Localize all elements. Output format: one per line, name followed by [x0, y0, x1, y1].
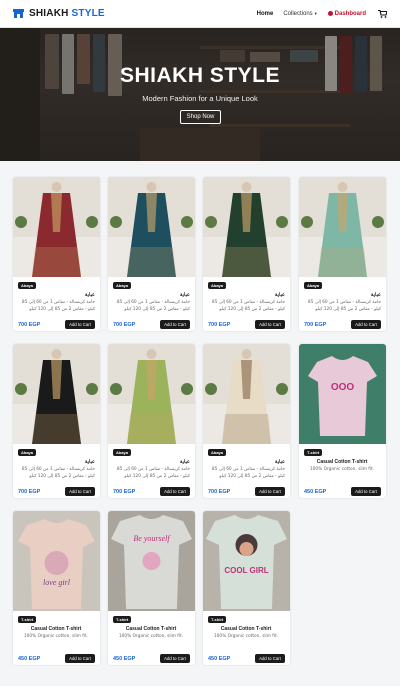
add-to-cart-button[interactable]: Add to Cart [65, 487, 95, 496]
product-name: عباية [274, 459, 285, 465]
product-image: OOO [299, 344, 386, 444]
category-badge: Abaya [208, 449, 227, 456]
product-card[interactable]: COOL GIRL T-shirt Casual Cotton T-shirt … [203, 511, 290, 665]
product-image [108, 177, 195, 277]
category-badge: Abaya [113, 449, 132, 456]
product-price: 450 EGP [304, 489, 327, 495]
product-image [299, 177, 386, 277]
product-card[interactable]: Abaya عباية خامة كريستالة - مقاس 1 من 60… [108, 177, 195, 331]
product-image: Be yourself [108, 511, 195, 611]
add-to-cart-button[interactable]: Add to Cart [160, 320, 190, 329]
product-card[interactable]: Abaya عباية خامة كريستالة - مقاس 1 من 60… [108, 344, 195, 498]
category-badge: Abaya [304, 282, 323, 289]
add-to-cart-button[interactable]: Add to Cart [351, 487, 381, 496]
product-image: COOL GIRL [203, 511, 290, 611]
product-price: 700 EGP [18, 322, 41, 328]
product-description: خامة كريستالة - مقاس 1 من 60 إلى 85 كيلو… [116, 467, 190, 479]
svg-text:love girl: love girl [43, 578, 71, 587]
nav-collections-dropdown[interactable]: Collections▼ [283, 11, 317, 17]
product-description: خامة كريستالة - مقاس 1 من 60 إلى 85 كيلو… [211, 467, 285, 479]
product-name: عباية [84, 292, 95, 298]
nav-dashboard-label: Dashboard [334, 10, 366, 17]
product-name: Casual Cotton T-shirt [30, 626, 82, 632]
brand-word-2: STYLE [71, 8, 105, 19]
product-card[interactable]: love girl T-shirt Casual Cotton T-shirt … [13, 511, 100, 665]
add-to-cart-button[interactable]: Add to Cart [160, 654, 190, 663]
category-badge: T-shirt [113, 616, 132, 623]
svg-text:COOL GIRL: COOL GIRL [224, 566, 268, 575]
store-icon [13, 9, 24, 18]
product-name: عباية [274, 292, 285, 298]
product-price: 700 EGP [208, 322, 231, 328]
user-icon [327, 11, 333, 16]
product-description: 100% Organic cotton, slim fit. [118, 634, 184, 639]
category-badge: Abaya [18, 282, 37, 289]
product-image [203, 177, 290, 277]
product-image: love girl [13, 511, 100, 611]
product-card[interactable]: Abaya عباية خامة كريستالة - مقاس 1 من 60… [13, 344, 100, 498]
category-badge: Abaya [18, 449, 37, 456]
category-badge: T-shirt [18, 616, 37, 623]
add-to-cart-button[interactable]: Add to Cart [351, 320, 381, 329]
product-name: عباية [179, 459, 190, 465]
product-name: عباية [370, 292, 381, 298]
product-card[interactable]: Abaya عباية خامة كريستالة - مقاس 1 من 60… [13, 177, 100, 331]
product-description: 100% Organic cotton, slim fit. [309, 467, 375, 472]
product-price: 700 EGP [113, 489, 136, 495]
navbar: SHIAKH STYLE Home Collections▼ Dashboard [0, 0, 400, 28]
product-card[interactable]: Be yourself T-shirt Casual Cotton T-shir… [108, 511, 195, 665]
product-image [13, 177, 100, 277]
nav-home-link[interactable]: Home [257, 11, 274, 17]
product-description: خامة كريستالة - مقاس 1 من 60 إلى 85 كيلو… [211, 300, 285, 312]
add-to-cart-button[interactable]: Add to Cart [255, 654, 285, 663]
product-card[interactable]: Abaya عباية خامة كريستالة - مقاس 1 من 60… [299, 177, 386, 331]
svg-text:Be yourself: Be yourself [133, 534, 171, 543]
product-price: 450 EGP [208, 656, 231, 662]
add-to-cart-button[interactable]: Add to Cart [255, 487, 285, 496]
brand-logo[interactable]: SHIAKH STYLE [13, 8, 105, 19]
product-price: 700 EGP [208, 489, 231, 495]
chevron-down-icon: ▼ [313, 10, 318, 16]
hero-subtitle: Modern Fashion for a Unique Look [142, 94, 258, 103]
nav-collections-label: Collections [283, 10, 313, 17]
product-description: 100% Organic cotton, slim fit. [213, 634, 279, 639]
product-image [13, 344, 100, 444]
product-card[interactable]: Abaya عباية خامة كريستالة - مقاس 1 من 60… [203, 177, 290, 331]
nav-dashboard-link[interactable]: Dashboard [327, 10, 366, 17]
shop-now-button[interactable]: Shop Now [180, 110, 221, 124]
category-badge: T-shirt [208, 616, 227, 623]
product-price: 450 EGP [18, 656, 41, 662]
add-to-cart-button[interactable]: Add to Cart [65, 654, 95, 663]
hero-banner: SHIAKH STYLE Modern Fashion for a Unique… [0, 28, 400, 161]
product-image [203, 344, 290, 444]
category-badge: T-shirt [304, 449, 323, 456]
product-price: 450 EGP [113, 656, 136, 662]
product-description: خامة كريستالة - مقاس 1 من 60 إلى 85 كيلو… [307, 300, 381, 312]
product-name: Casual Cotton T-shirt [316, 459, 368, 465]
add-to-cart-button[interactable]: Add to Cart [255, 320, 285, 329]
category-badge: Abaya [113, 282, 132, 289]
product-price: 700 EGP [304, 322, 327, 328]
nav-links: Home Collections▼ Dashboard [247, 9, 387, 18]
product-name: عباية [84, 459, 95, 465]
cart-icon[interactable] [378, 9, 387, 18]
product-price: 700 EGP [113, 322, 136, 328]
product-image [108, 344, 195, 444]
product-card[interactable]: Abaya عباية خامة كريستالة - مقاس 1 من 60… [203, 344, 290, 498]
product-description: خامة كريستالة - مقاس 1 من 60 إلى 85 كيلو… [21, 300, 95, 312]
product-description: خامة كريستالة - مقاس 1 من 60 إلى 85 كيلو… [21, 467, 95, 479]
hero-title: SHIAKH STYLE [119, 64, 280, 87]
product-description: خامة كريستالة - مقاس 1 من 60 إلى 85 كيلو… [116, 300, 190, 312]
product-name: Casual Cotton T-shirt [125, 626, 177, 632]
svg-text:OOO: OOO [331, 382, 355, 393]
category-badge: Abaya [208, 282, 227, 289]
add-to-cart-button[interactable]: Add to Cart [65, 320, 95, 329]
product-description: 100% Organic cotton, slim fit. [23, 634, 89, 639]
add-to-cart-button[interactable]: Add to Cart [160, 487, 190, 496]
brand-word-1: SHIAKH [29, 8, 69, 19]
product-name: عباية [179, 292, 190, 298]
product-name: Casual Cotton T-shirt [220, 626, 272, 632]
product-card[interactable]: OOO T-shirt Casual Cotton T-shirt 100% O… [299, 344, 386, 498]
product-price: 700 EGP [18, 489, 41, 495]
